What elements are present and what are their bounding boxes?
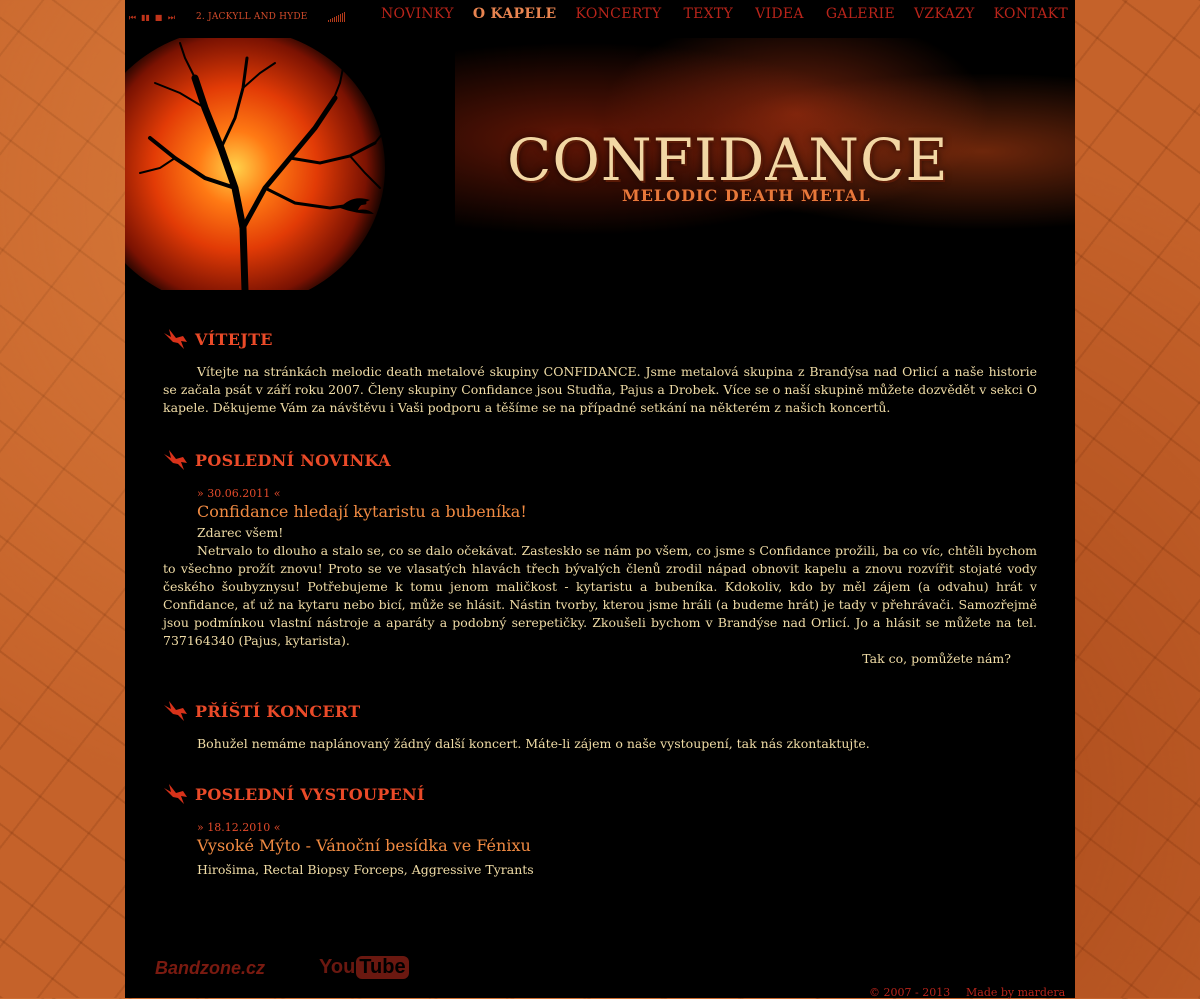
nav-novinky[interactable]: NOVINKY — [381, 6, 454, 22]
news-date: » 30.06.2011 « — [197, 487, 281, 500]
last-show-bands: Hirošima, Rectal Biopsy Forceps, Aggress… — [197, 862, 534, 877]
next-concert-title: PŘÍŠTÍ KONCERT — [195, 701, 361, 721]
last-show-title: POSLEDNÍ VYSTOUPENÍ — [195, 784, 425, 804]
bandzone-link[interactable]: Bandzone.cz — [155, 958, 265, 979]
raven-icon — [164, 329, 187, 349]
footer: Bandzone.cz You Tube © 2007 - 2013 Made … — [125, 950, 1075, 999]
track-title: 2. JACKYLL AND HYDE — [196, 12, 308, 22]
welcome-title: VÍTEJTE — [195, 329, 273, 349]
news-greeting: Zdarec všem! — [197, 525, 284, 540]
nav-galerie[interactable]: GALERIE — [826, 6, 895, 22]
music-player: ⏮ ▮▮ ■ ⏭ 2. JACKYLL AND HYDE — [128, 10, 345, 24]
band-tagline: MELODIC DEATH METAL — [622, 186, 871, 205]
next-concert-text: Bohužel nemáme naplánovaný žádný další k… — [197, 736, 870, 751]
volume-bars-icon[interactable] — [327, 12, 345, 22]
raven-icon — [164, 701, 187, 721]
last-show-date: » 18.12.2010 « — [197, 821, 281, 834]
nav-videa[interactable]: VIDEA — [755, 6, 804, 22]
nav-o-kapele[interactable]: O KAPELE — [473, 6, 557, 22]
nav-vzkazy[interactable]: VZKAZY — [914, 6, 975, 22]
youtube-logo-tube: Tube — [356, 956, 409, 979]
copyright-text: © 2007 - 2013 — [869, 986, 951, 999]
youtube-link[interactable]: You Tube — [319, 956, 409, 979]
last-show-headline[interactable]: Vysoké Mýto - Vánoční besídka ve Fénixu — [197, 836, 1037, 855]
last-show-section: POSLEDNÍ VYSTOUPENÍ » 18.12.2010 « Vysok… — [163, 782, 1037, 879]
welcome-section: VÍTEJTE Vítejte na stránkách melodic dea… — [163, 327, 1037, 417]
raven-icon — [164, 784, 187, 804]
news-section: POSLEDNÍ NOVINKA » 30.06.2011 « Confidan… — [163, 448, 1037, 668]
news-body: Netrvalo to dlouho a stalo se, co se dal… — [163, 543, 1037, 648]
main-nav: NOVINKY O KAPELE KONCERTY TEXTY VIDEA GA… — [381, 6, 1068, 22]
band-logo[interactable]: CONFIDANCE — [507, 126, 949, 194]
tree-silhouette-image — [139, 42, 396, 290]
header-banner: CONFIDANCE MELODIC DEATH METAL — [125, 38, 1075, 290]
previous-track-icon[interactable]: ⏮ — [128, 13, 137, 22]
news-title: POSLEDNÍ NOVINKA — [195, 450, 391, 470]
nav-texty[interactable]: TEXTY — [684, 6, 734, 22]
next-concert-section: PŘÍŠTÍ KONCERT Bohužel nemáme naplánovan… — [163, 699, 1037, 753]
play-icon[interactable]: ▮▮ — [141, 13, 150, 22]
stop-icon[interactable]: ■ — [154, 13, 163, 22]
nav-kontakt[interactable]: KONTAKT — [994, 6, 1068, 22]
page-container: ⏮ ▮▮ ■ ⏭ 2. JACKYLL AND HYDE NOVINKY O K… — [125, 0, 1075, 999]
news-closing: Tak co, pomůžete nám? — [862, 651, 1011, 666]
youtube-logo-you: You — [319, 956, 356, 978]
nav-koncerty[interactable]: KONCERTY — [575, 6, 661, 22]
next-track-icon[interactable]: ⏭ — [167, 13, 176, 22]
raven-icon — [164, 450, 187, 470]
made-by-link[interactable]: Made by mardera — [966, 986, 1065, 999]
welcome-text: Vítejte na stránkách melodic death metal… — [163, 364, 1037, 415]
news-headline[interactable]: Confidance hledají kytaristu a bubeníka! — [197, 502, 1037, 521]
